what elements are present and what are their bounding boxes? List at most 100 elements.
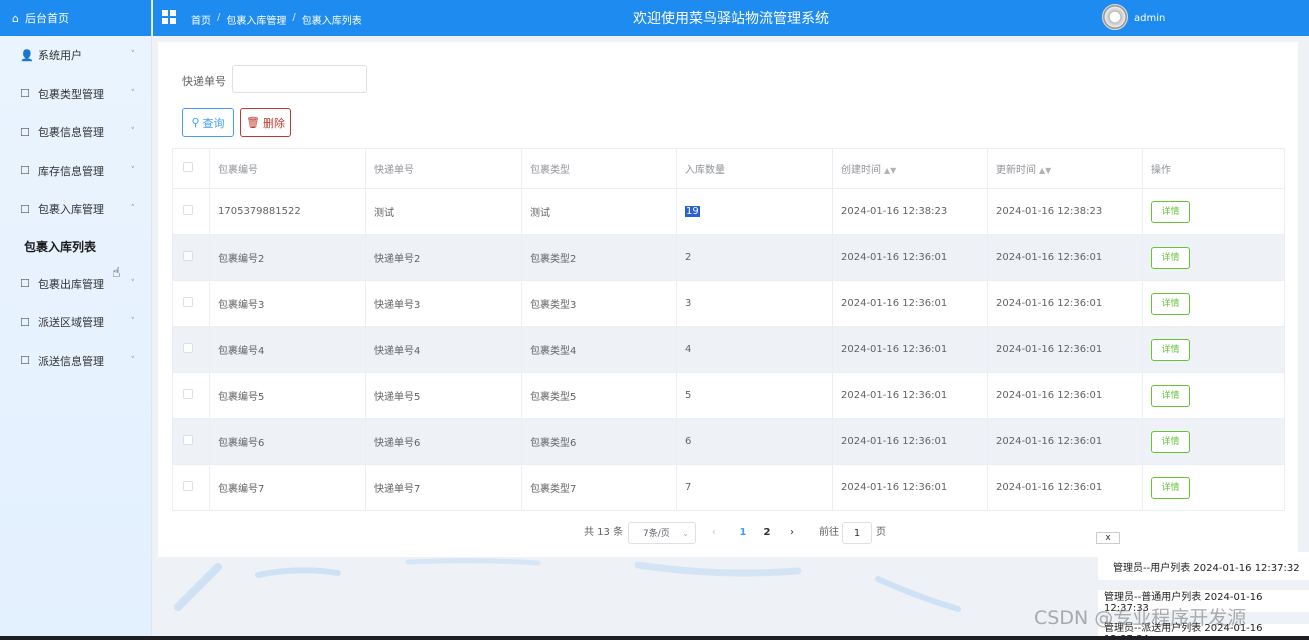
detail-button[interactable]: 详情 xyxy=(1151,384,1190,407)
query-button-label: 查询 xyxy=(202,116,225,130)
sidebar-item-label: 包裹出库管理 xyxy=(38,277,104,291)
goto-page-input[interactable]: 1 xyxy=(842,522,872,544)
detail-button[interactable]: 详情 xyxy=(1151,430,1190,453)
sidebar-item[interactable]: ☐ 包裹类型管理 ˅ xyxy=(0,75,151,114)
chevron-down-icon: ˅ xyxy=(130,355,136,366)
page-size-select[interactable]: 7条/页 ⌄ xyxy=(628,522,696,544)
cell-qty: 5 xyxy=(676,372,833,419)
chevron-down-icon: ˅ xyxy=(130,88,136,99)
cell-text: 快递单号6 xyxy=(374,438,421,449)
sidebar-item[interactable]: ☐ 派送区域管理 ˅ xyxy=(0,303,151,342)
chevron-down-icon: ˅ xyxy=(130,278,136,289)
cell-text: 快递单号5 xyxy=(374,392,421,403)
col-label: 快递单号 xyxy=(374,165,414,176)
cell-text: 快递单号2 xyxy=(374,254,421,265)
cell-created: 2024-01-16 12:36:01 xyxy=(832,372,988,419)
sidebar-item-label: 包裹信息管理 xyxy=(38,126,104,140)
cell-type: 包裹类型7 xyxy=(521,464,677,511)
page-2-button[interactable]: 2 xyxy=(757,522,777,544)
col-label: 包裹编号 xyxy=(218,165,258,176)
sidebar-subitem-active[interactable]: 包裹入库列表 xyxy=(0,229,151,265)
notification-item: 管理员--用户列表 2024-01-16 12:37:32 xyxy=(1098,552,1309,580)
cell-text: 包裹编号5 xyxy=(218,392,265,403)
cell-text: 19 xyxy=(685,206,700,217)
cell-qty: 4 xyxy=(676,326,833,373)
row-select-cell xyxy=(172,372,210,419)
delete-button[interactable]: 🗑 删除 xyxy=(240,108,291,137)
cell-text: 2024-01-16 12:36:01 xyxy=(996,390,1103,401)
cell-text: 2024-01-16 12:36:01 xyxy=(841,298,948,309)
username[interactable]: admin xyxy=(1134,13,1165,24)
cell-updated: 2024-01-16 12:36:01 xyxy=(987,464,1143,511)
cell-text: 包裹编号7 xyxy=(218,484,265,495)
col-created[interactable]: 创建时间 ▲▼ xyxy=(832,148,988,189)
cell-text: 6 xyxy=(685,436,692,447)
sidebar-item[interactable]: 👤 系统用户 ˅ xyxy=(0,36,151,75)
select-all-cell xyxy=(172,148,210,189)
sidebar-item-label: 包裹类型管理 xyxy=(38,87,104,101)
cell-text: 3 xyxy=(685,298,692,309)
chevron-up-icon: ˄ xyxy=(130,204,136,215)
table-row: 1705379881522 测试 测试 19 2024-01-16 12:38:23 20… xyxy=(172,188,1285,235)
sidebar-item[interactable]: ☐ 派送信息管理 ˅ xyxy=(0,342,151,381)
cell-code: 包裹编号5 xyxy=(209,372,366,419)
row-checkbox[interactable] xyxy=(183,389,193,399)
watermark: CSDN @专业程序开发源 xyxy=(1034,607,1247,629)
detail-button[interactable]: 详情 xyxy=(1151,476,1190,499)
cell-tracking: 快递单号4 xyxy=(365,326,522,373)
row-checkbox[interactable] xyxy=(183,435,193,445)
cell-code: 包裹编号4 xyxy=(209,326,366,373)
row-checkbox[interactable] xyxy=(183,343,193,353)
detail-button[interactable]: 详情 xyxy=(1151,200,1190,223)
row-checkbox[interactable] xyxy=(183,251,193,261)
cell-text: 快递单号3 xyxy=(374,300,421,311)
cell-text: 测试 xyxy=(374,208,394,219)
table-row: 包裹编号3 快递单号3 包裹类型3 3 2024-01-16 12:36:01 2024-… xyxy=(172,280,1285,327)
tracking-number-input[interactable] xyxy=(232,65,367,93)
cell-qty: 19 xyxy=(676,188,833,235)
goto-suffix: 页 xyxy=(876,527,886,538)
sort-icon[interactable]: ▲▼ xyxy=(1039,166,1051,175)
chevron-down-icon: ⌄ xyxy=(682,529,689,538)
table-row: 包裹编号7 快递单号7 包裹类型7 7 2024-01-16 12:36:01 2024-… xyxy=(172,464,1285,511)
cell-text: 包裹编号3 xyxy=(218,300,265,311)
col-updated[interactable]: 更新时间 ▲▼ xyxy=(987,148,1143,189)
query-button[interactable]: ⚲ 查询 xyxy=(182,108,234,137)
cell-text: 2024-01-16 12:36:01 xyxy=(996,252,1103,263)
cell-updated: 2024-01-16 12:36:01 xyxy=(987,234,1143,281)
page-1-button[interactable]: 1 xyxy=(733,522,753,544)
detail-button[interactable]: 详情 xyxy=(1151,292,1190,315)
sidebar-item[interactable]: ☐ 包裹信息管理 ˅ xyxy=(0,113,151,152)
cell-created: 2024-01-16 12:36:01 xyxy=(832,280,988,327)
row-checkbox[interactable] xyxy=(183,297,193,307)
chevron-down-icon: ˅ xyxy=(130,165,136,176)
prev-page-button[interactable]: ‹ xyxy=(712,522,716,544)
row-checkbox[interactable] xyxy=(183,481,193,491)
cell-updated: 2024-01-16 12:36:01 xyxy=(987,326,1143,373)
sidebar-item[interactable]: ☐ 库存信息管理 ˅ xyxy=(0,152,151,191)
detail-button[interactable]: 详情 xyxy=(1151,338,1190,361)
sidebar-home-label: 后台首页 xyxy=(24,12,69,25)
cell-text: 7 xyxy=(685,482,692,493)
cell-text: 5 xyxy=(685,390,692,401)
sort-icon[interactable]: ▲▼ xyxy=(884,166,896,175)
table-row: 包裹编号4 快递单号4 包裹类型4 4 2024-01-16 12:36:01 2024-… xyxy=(172,326,1285,373)
col-tracking: 快递单号 xyxy=(365,148,522,189)
sidebar-item[interactable]: ☐ 包裹入库管理 ˄ xyxy=(0,190,151,229)
doc-icon: ☐ xyxy=(20,315,30,329)
select-all-checkbox[interactable] xyxy=(183,162,193,172)
next-page-button[interactable]: › xyxy=(790,522,794,544)
sidebar-home[interactable]: ⌂ 后台首页 xyxy=(0,0,151,36)
cell-text: 2024-01-16 12:36:01 xyxy=(841,390,948,401)
doc-icon: ☐ xyxy=(20,87,30,101)
avatar[interactable] xyxy=(1102,4,1128,30)
col-qty: 入库数量 xyxy=(676,148,833,189)
search-icon: ⚲ xyxy=(191,116,200,129)
bottom-bar xyxy=(0,636,1309,640)
row-checkbox[interactable] xyxy=(183,205,193,215)
detail-button[interactable]: 详情 xyxy=(1151,246,1190,269)
notification-close-button[interactable]: x xyxy=(1096,532,1120,544)
main-panel: 快递单号 ⚲ 查询 🗑 删除 包裹编号 快递单号 包裹类型 入库数量 创建时间 ▲… xyxy=(158,42,1298,557)
cell-text: 包裹类型3 xyxy=(530,300,577,311)
sidebar-item[interactable]: ☐ 包裹出库管理 ˅ xyxy=(0,265,151,304)
